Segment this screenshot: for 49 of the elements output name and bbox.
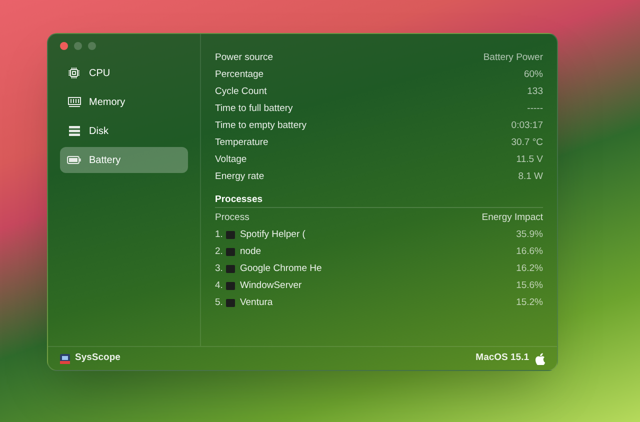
energy-impact: 15.6% — [516, 279, 543, 293]
info-label: Temperature — [215, 136, 268, 150]
zoom-button[interactable] — [88, 42, 96, 50]
app-name: SysScope — [75, 351, 120, 366]
info-value: Battery Power — [483, 51, 543, 65]
info-label: Time to full battery — [215, 102, 293, 116]
process-name: node — [240, 245, 262, 259]
sidebar-item[interactable]: Disk — [60, 118, 188, 144]
process-name: Google Chrome He — [240, 262, 322, 276]
info-label: Percentage — [215, 68, 264, 82]
info-value: 11.5 V — [516, 153, 543, 167]
energy-impact: 16.6% — [516, 245, 543, 259]
process-name: WindowServer — [240, 279, 302, 293]
process-rank: 2. — [215, 245, 223, 259]
energy-impact: 16.2% — [516, 262, 543, 276]
sidebar-item[interactable]: Battery — [60, 147, 188, 173]
minimize-button[interactable] — [74, 42, 82, 50]
info-label: Power source — [215, 51, 274, 65]
section-heading: Processes — [215, 191, 543, 208]
info-label: Voltage — [215, 153, 247, 167]
column-header: Process — [215, 211, 250, 225]
sidebar-item[interactable]: CPU — [60, 60, 188, 86]
info-value: 30.7 °C — [511, 136, 543, 150]
energy-impact: 35.9% — [516, 228, 543, 242]
os-version: MacOS 15.1 — [476, 351, 529, 366]
info-value: 60% — [524, 68, 543, 82]
battery-icon — [67, 156, 81, 164]
info-label: Energy rate — [215, 170, 264, 184]
chip-icon — [68, 67, 80, 79]
process-name: Spotify Helper ( — [240, 228, 306, 242]
process-name: Ventura — [240, 296, 273, 310]
info-label: Time to empty battery — [215, 119, 307, 133]
info-value: 133 — [527, 85, 543, 99]
memory-module-icon — [68, 97, 80, 107]
info-label: Cycle Count — [215, 85, 267, 99]
info-value: 8.1 W — [518, 170, 543, 184]
close-button[interactable] — [60, 42, 68, 50]
process-rank: 4. — [215, 279, 223, 293]
info-value: 0:03:17 — [511, 119, 543, 133]
list-icon — [68, 126, 80, 136]
energy-impact: 15.2% — [516, 296, 543, 310]
app-logo-icon — [60, 354, 70, 364]
info-value: ----- — [527, 102, 543, 116]
process-rank: 5. — [215, 296, 223, 310]
apple-logo-icon — [535, 352, 545, 364]
sidebar-item[interactable]: Memory — [60, 89, 188, 115]
process-rank: 3. — [215, 262, 223, 276]
process-rank: 1. — [215, 228, 223, 242]
column-header: Energy Impact — [482, 211, 543, 225]
